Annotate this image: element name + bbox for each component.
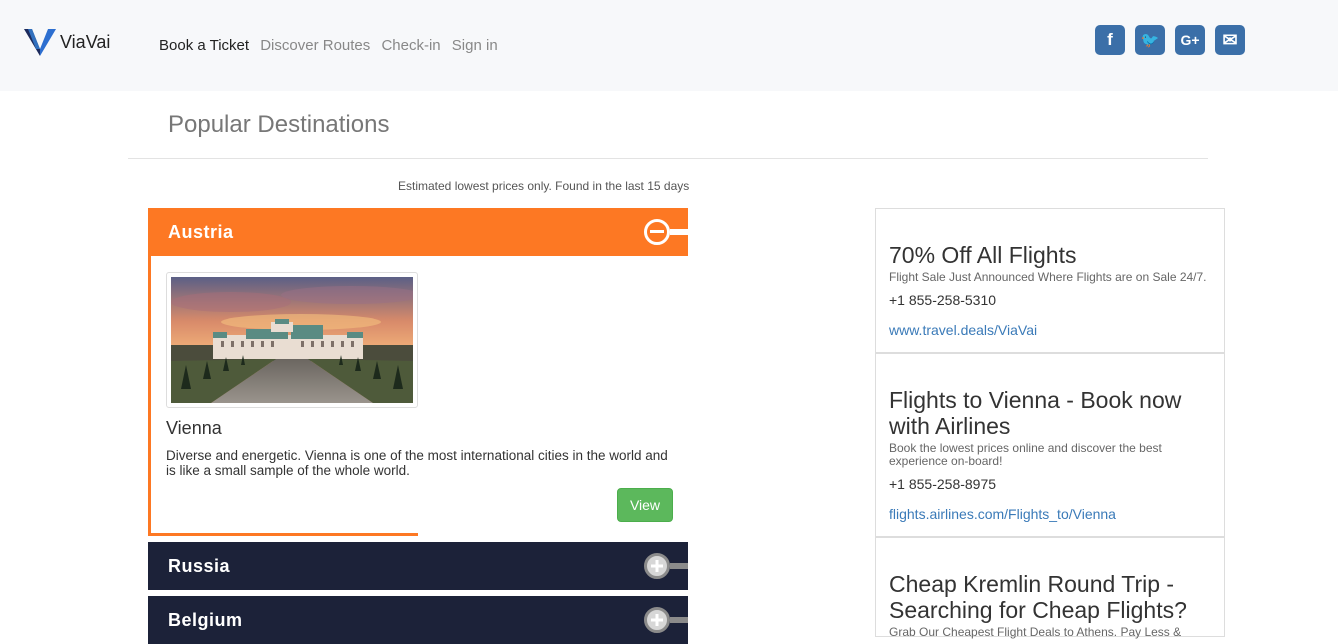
facebook-icon[interactable]: f <box>1095 25 1125 55</box>
expand-toggle[interactable] <box>644 553 670 579</box>
ad-url[interactable]: www.travel.deals/ViaVai <box>889 322 1037 338</box>
ad-phone[interactable]: +1 855-258-5310 <box>889 292 996 308</box>
ad-phone[interactable]: +1 855-258-8975 <box>889 476 996 492</box>
nav-check-in[interactable]: Check-in <box>381 37 440 54</box>
plus-icon <box>651 614 663 626</box>
price-note: Estimated lowest prices only. Found in t… <box>398 179 690 193</box>
country-label: Austria <box>168 222 234 242</box>
top-navbar: ViaVai Book a Ticket Discover Routes Che… <box>0 0 1338 91</box>
country-label: Belgium <box>168 610 243 630</box>
collapse-toggle[interactable] <box>644 219 670 245</box>
ad-card[interactable]: 70% Off All Flights Flight Sale Just Ann… <box>875 208 1225 353</box>
destination-city: Vienna <box>166 418 222 438</box>
divider <box>128 158 1208 159</box>
toggle-connector <box>670 617 688 623</box>
ad-title[interactable]: Cheap Kremlin Round Trip - Searching for… <box>889 571 1209 623</box>
ad-title[interactable]: 70% Off All Flights <box>889 242 1209 268</box>
ad-url[interactable]: flights.airlines.com/Flights_to/Vienna <box>889 506 1116 522</box>
accent-border-left <box>148 256 151 536</box>
toggle-connector <box>670 229 688 235</box>
ad-card[interactable]: Cheap Kremlin Round Trip - Searching for… <box>875 537 1225 639</box>
accordion-header-russia[interactable]: Russia <box>148 542 688 590</box>
view-button[interactable]: View <box>617 488 673 522</box>
ad-title[interactable]: Flights to Vienna - Book now with Airlin… <box>889 387 1209 439</box>
minus-icon <box>650 230 664 233</box>
envelope-icon[interactable]: ✉ <box>1215 25 1245 55</box>
destination-thumbnail[interactable] <box>166 272 421 408</box>
nav-book-a-ticket[interactable]: Book a Ticket <box>159 37 249 54</box>
nav-sign-in[interactable]: Sign in <box>452 37 498 54</box>
google-plus-icon[interactable]: G+ <box>1175 25 1205 55</box>
plus-icon <box>651 560 663 572</box>
ad-subtitle: Flight Sale Just Announced Where Flights… <box>889 270 1207 284</box>
vienna-belvedere-image <box>171 277 421 403</box>
toggle-connector <box>670 563 688 569</box>
social-links: f 🐦 G+ ✉ <box>1095 25 1255 55</box>
accordion-header-austria[interactable]: Austria <box>148 208 688 256</box>
ad-subtitle: Book the lowest prices online and discov… <box>889 441 1162 468</box>
accent-border-bottom <box>148 533 418 536</box>
expand-toggle[interactable] <box>644 607 670 633</box>
ad-card[interactable]: Flights to Vienna - Book now with Airlin… <box>875 353 1225 537</box>
main-nav: Book a Ticket Discover Routes Check-in S… <box>159 37 505 54</box>
page-title: Popular Destinations <box>168 111 390 138</box>
destination-description: Diverse and energetic. Vienna is one of … <box>166 448 668 478</box>
brand-logo[interactable]: ViaVai <box>24 27 110 57</box>
nav-discover-routes[interactable]: Discover Routes <box>260 37 370 54</box>
twitter-icon[interactable]: 🐦 <box>1135 25 1165 55</box>
ad-subtitle: Grab Our Cheapest Flight Deals to Athens… <box>889 625 1182 639</box>
country-label: Russia <box>168 556 231 576</box>
viavai-logo-icon <box>24 29 56 56</box>
brand-name: ViaVai <box>60 31 111 52</box>
